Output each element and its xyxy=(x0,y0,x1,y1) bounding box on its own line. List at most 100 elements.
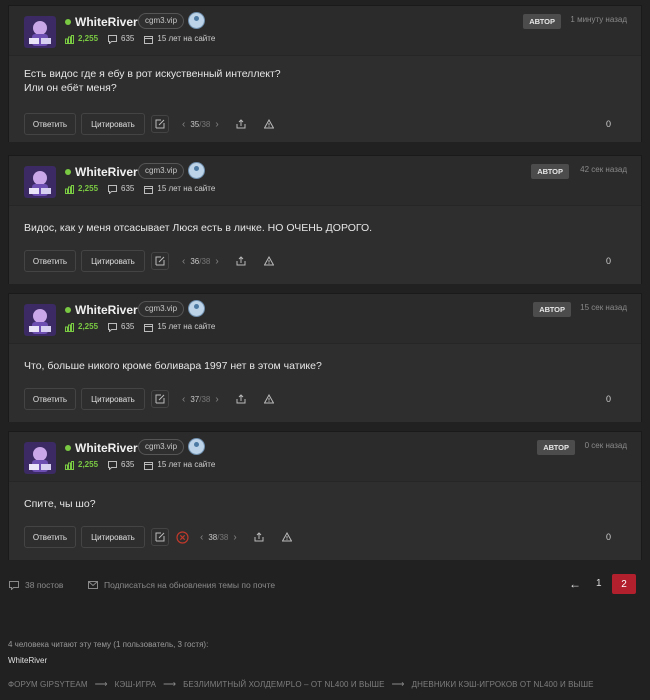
likes-count[interactable]: 0 xyxy=(606,119,611,129)
prev-page-arrow[interactable]: ← xyxy=(569,577,581,591)
post-time[interactable]: 15 сек назад xyxy=(580,303,627,313)
message-icon xyxy=(108,184,118,194)
avatar[interactable] xyxy=(24,166,56,198)
post-text: Есть видос где я ебу в рот искуственный … xyxy=(24,67,281,95)
share-icon[interactable] xyxy=(236,394,246,404)
post-body: Видос, как у меня отсасывает Люся есть в… xyxy=(9,206,641,284)
username[interactable]: WhiteRiver xyxy=(75,440,138,456)
edit-icon[interactable] xyxy=(151,528,169,546)
post-body: Спите, чы шо? Ответить Цитировать ‹ 38/3… xyxy=(9,482,641,560)
breadcrumb-item[interactable]: ФОРУМ GIPSYTEAM xyxy=(8,680,88,689)
user-stats: 2,255 635 15 лет на сайте xyxy=(65,460,225,470)
likes-count[interactable]: 0 xyxy=(606,532,611,542)
post-total: /38 xyxy=(199,256,211,266)
prev-post-icon[interactable]: ‹ xyxy=(182,119,185,130)
reply-button[interactable]: Ответить xyxy=(24,250,76,272)
post-time[interactable]: 1 минуту назад xyxy=(570,15,627,25)
quote-button[interactable]: Цитировать xyxy=(81,526,145,548)
post-time[interactable]: 0 сек назад xyxy=(585,441,627,451)
breadcrumb-item[interactable]: ДНЕВНИКИ КЭШ-ИГРОКОВ ОТ NL400 И ВЫШЕ xyxy=(412,680,594,689)
delete-icon[interactable] xyxy=(173,528,191,546)
post-text-line: Или он ебёт меня? xyxy=(24,82,117,94)
post-time[interactable]: 42 сек назад xyxy=(580,165,627,175)
next-post-icon[interactable]: › xyxy=(215,394,218,405)
edit-icon[interactable] xyxy=(151,390,169,408)
post-header: WhiteRiver cgm3.vip 2,255 635 15 лет на … xyxy=(9,156,641,206)
reply-button[interactable]: Ответить xyxy=(24,113,76,135)
user-stats: 2,255 635 15 лет на сайте xyxy=(65,322,225,332)
messages-count: 635 xyxy=(121,322,135,331)
user-site-tag: cgm3.vip xyxy=(138,301,185,317)
report-icon[interactable] xyxy=(263,394,274,404)
post-count: 38 постов xyxy=(9,580,63,590)
messages-count: 635 xyxy=(121,460,135,469)
post-pager: ‹ 37/38 › xyxy=(177,394,224,405)
prev-post-icon[interactable]: ‹ xyxy=(200,532,203,543)
calendar-icon xyxy=(144,461,154,470)
report-icon[interactable] xyxy=(263,256,274,266)
rating-icon xyxy=(65,322,74,332)
breadcrumb-item[interactable]: БЕЗЛИМИТНЫЙ ХОЛДЕМ/PLO – ОТ NL400 И ВЫШЕ xyxy=(183,680,384,689)
share-icon[interactable] xyxy=(254,532,264,542)
post-header: WhiteRiver cgm3.vip 2,255 635 15 лет на … xyxy=(9,6,641,56)
breadcrumb-item[interactable]: КЭШ-ИГРА xyxy=(115,680,156,689)
next-post-icon[interactable]: › xyxy=(215,256,218,267)
messages-stat: 635 xyxy=(108,184,134,194)
avatar[interactable] xyxy=(24,16,56,48)
comment-icon xyxy=(9,580,19,590)
edit-icon[interactable] xyxy=(151,252,169,270)
edit-icon[interactable] xyxy=(151,115,169,133)
page-link-1[interactable]: 1 xyxy=(596,578,602,589)
user-badge-icon xyxy=(188,162,205,179)
post-text: Видос, как у меня отсасывает Люся есть в… xyxy=(24,221,372,235)
messages-count: 635 xyxy=(121,34,135,43)
readers-summary: 4 человека читают эту тему (1 пользовате… xyxy=(8,640,209,649)
subscribe-link[interactable]: Подписаться на обновления темы по почте xyxy=(88,580,275,590)
thread-footer: 38 постов Подписаться на обновления темы… xyxy=(0,574,650,596)
prev-post-icon[interactable]: ‹ xyxy=(182,256,185,267)
subscribe-text[interactable]: Подписаться на обновления темы по почте xyxy=(104,580,275,590)
reply-button[interactable]: Ответить xyxy=(24,388,76,410)
message-icon xyxy=(108,460,118,470)
reader-username[interactable]: WhiteRiver xyxy=(8,656,47,665)
tenure-text: 15 лет на сайте xyxy=(157,460,216,469)
rating-icon xyxy=(65,460,74,470)
quote-button[interactable]: Цитировать xyxy=(81,250,145,272)
next-post-icon[interactable]: › xyxy=(233,532,236,543)
rating-value: 2,255 xyxy=(78,184,99,193)
current-page[interactable]: 2 xyxy=(612,574,636,594)
user-badge-icon xyxy=(188,12,205,29)
post-text-line: Что, больше никого кроме боливара 1997 н… xyxy=(24,360,322,372)
likes-count[interactable]: 0 xyxy=(606,394,611,404)
rating-stat: 2,255 xyxy=(65,34,98,44)
username[interactable]: WhiteRiver xyxy=(75,164,138,180)
next-post-icon[interactable]: › xyxy=(215,119,218,130)
post-pager: ‹ 38/38 › xyxy=(195,532,242,543)
reply-button[interactable]: Ответить xyxy=(24,526,76,548)
user-stats: 2,255 635 15 лет на сайте xyxy=(65,184,225,194)
post-actions: Ответить Цитировать ‹ 37/38 › xyxy=(24,388,292,410)
report-icon[interactable] xyxy=(281,532,292,542)
prev-post-icon[interactable]: ‹ xyxy=(182,394,185,405)
username[interactable]: WhiteRiver xyxy=(75,14,138,30)
share-icon[interactable] xyxy=(236,256,246,266)
likes-count[interactable]: 0 xyxy=(606,256,611,266)
calendar-icon xyxy=(144,323,154,332)
post-number: 35 xyxy=(190,119,200,129)
quote-button[interactable]: Цитировать xyxy=(81,113,145,135)
message-icon xyxy=(108,34,118,44)
rating-stat: 2,255 xyxy=(65,322,98,332)
avatar[interactable] xyxy=(24,442,56,474)
quote-button[interactable]: Цитировать xyxy=(81,388,145,410)
post-body: Что, больше никого кроме боливара 1997 н… xyxy=(9,344,641,422)
online-status-dot xyxy=(65,19,71,25)
post-pager: ‹ 35/38 › xyxy=(177,119,224,130)
post-total: /38 xyxy=(217,532,229,542)
post: WhiteRiver cgm3.vip 2,255 635 15 лет на … xyxy=(8,155,642,284)
avatar[interactable] xyxy=(24,304,56,336)
report-icon[interactable] xyxy=(263,119,274,129)
username[interactable]: WhiteRiver xyxy=(75,302,138,318)
post-text: Спите, чы шо? xyxy=(24,497,96,511)
post-count-text: 38 постов xyxy=(25,580,64,590)
share-icon[interactable] xyxy=(236,119,246,129)
